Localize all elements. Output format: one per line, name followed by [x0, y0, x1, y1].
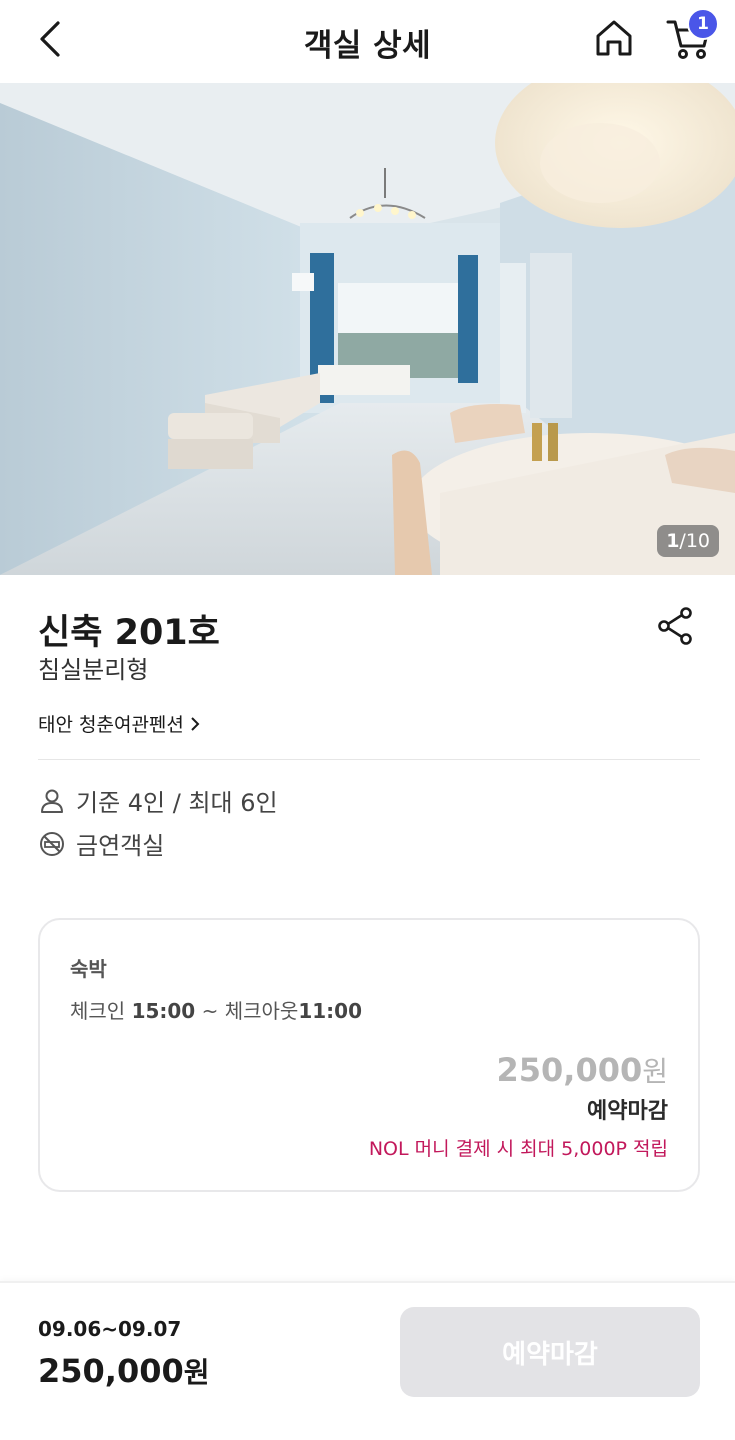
person-icon: [38, 787, 66, 815]
room-photo: [0, 83, 735, 575]
property-link[interactable]: 태안 청춘여관펜션: [38, 710, 200, 737]
no-smoking-icon: [38, 830, 66, 858]
photo-counter: 1/10: [657, 525, 719, 557]
booking-dates: 09.06~09.07: [38, 1317, 182, 1341]
reserve-button[interactable]: 예약마감: [400, 1307, 700, 1397]
booking-price-value: 250,000: [38, 1352, 184, 1390]
smoking-row: 금연객실: [38, 826, 164, 861]
home-button[interactable]: [592, 16, 636, 60]
checkout-label: 체크아웃: [224, 999, 299, 1023]
stay-option-card[interactable]: 숙박 체크인 15:00 ~ 체크아웃11:00 250,000원 예약마감 N…: [38, 918, 700, 1192]
stay-price: 250,000원: [496, 1050, 668, 1090]
time-separator: ~: [201, 999, 219, 1023]
share-button[interactable]: [654, 604, 698, 648]
room-type: 침실분리형: [38, 656, 149, 684]
smoking-text: 금연객실: [76, 832, 165, 860]
photo-counter-total: /10: [679, 530, 710, 552]
home-icon: [596, 20, 632, 56]
occupancy-text: 기준 4인 / 최대 6인: [76, 789, 278, 817]
property-name: 태안 청춘여관펜션: [38, 714, 184, 736]
stay-price-value: 250,000: [496, 1051, 643, 1089]
cart-count-badge: 1: [687, 8, 719, 40]
booking-bar: 09.06~09.07 250,000원 예약마감: [0, 1281, 735, 1440]
stay-label: 숙박: [70, 957, 107, 981]
photo-counter-current: 1: [666, 530, 680, 552]
divider: [38, 759, 700, 760]
checkin-time: 15:00: [131, 999, 196, 1023]
room-name: 신축 201호: [38, 613, 220, 653]
checkin-checkout-times: 체크인 15:00 ~ 체크아웃11:00: [70, 995, 362, 1024]
room-photo-gallery[interactable]: 1/10: [0, 83, 735, 575]
chevron-right-icon: [191, 716, 200, 731]
stay-status: 예약마감: [587, 1099, 668, 1124]
checkin-label: 체크인: [70, 999, 126, 1023]
checkout-time: 11:00: [298, 999, 362, 1023]
occupancy-row: 기준 4인 / 최대 6인: [38, 783, 278, 818]
booking-total-price: 250,000원: [38, 1351, 210, 1391]
share-icon: [658, 607, 692, 645]
stay-promo: NOL 머니 결제 시 최대 5,000P 적립: [368, 1138, 668, 1160]
booking-price-currency: 원: [183, 1356, 210, 1389]
stay-price-currency: 원: [642, 1055, 668, 1088]
header: 객실 상세 1: [0, 0, 735, 83]
